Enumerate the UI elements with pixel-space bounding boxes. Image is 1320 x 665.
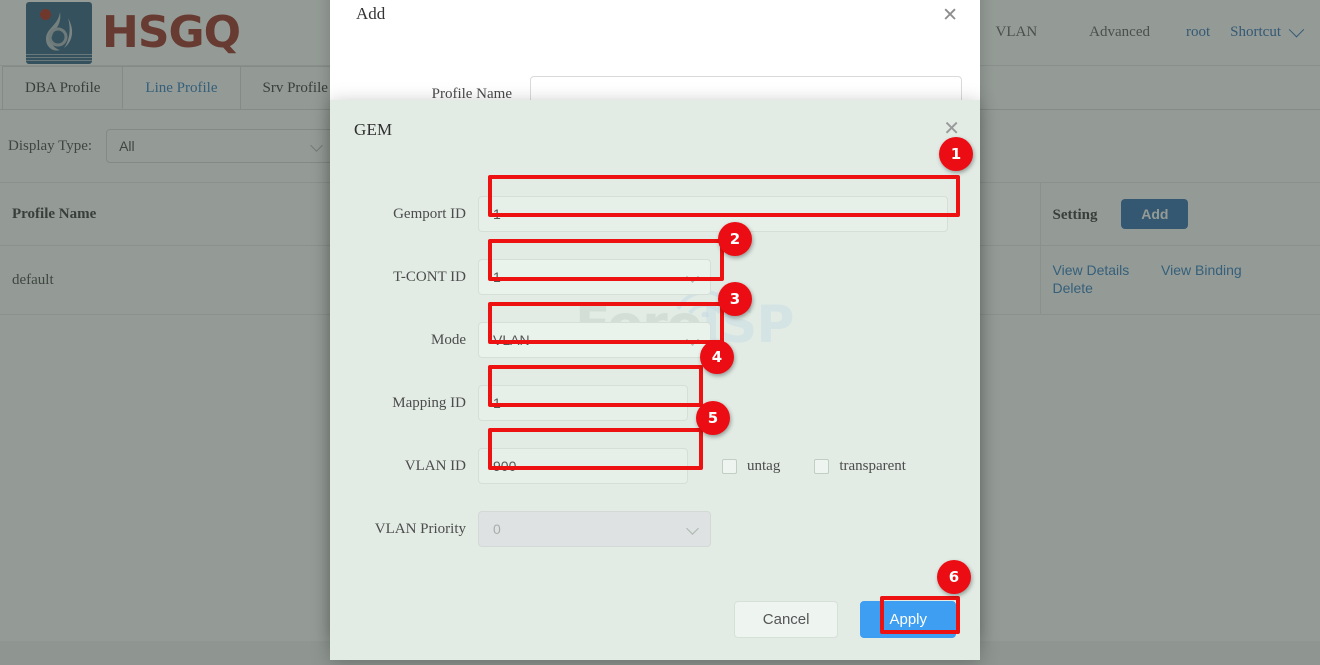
untag-checkbox[interactable] — [722, 459, 737, 474]
annotation-badge-2: 2 — [718, 222, 752, 256]
annotation-box-1 — [488, 175, 960, 217]
mapping-id-label: Mapping ID — [330, 395, 478, 412]
annotation-badge-6: 6 — [937, 560, 971, 594]
transparent-label: transparent — [839, 458, 906, 475]
annotation-box-4 — [488, 365, 703, 407]
untag-label: untag — [747, 458, 780, 475]
annotation-box-3 — [488, 302, 724, 344]
annotation-box-2 — [488, 239, 724, 281]
close-icon[interactable]: ✕ — [943, 118, 960, 138]
chevron-down-icon — [686, 522, 699, 535]
annotation-badge-1: 1 — [939, 137, 973, 171]
untag-checkbox-wrap[interactable]: untag — [722, 458, 780, 475]
tcont-id-label: T-CONT ID — [330, 269, 478, 286]
close-icon[interactable]: ✕ — [942, 4, 958, 26]
cancel-button[interactable]: Cancel — [734, 601, 839, 638]
vlan-id-label: VLAN ID — [330, 458, 478, 475]
vlan-priority-select: 0 — [478, 511, 711, 547]
row-vlan-priority: VLAN Priority 0 — [330, 511, 980, 547]
transparent-checkbox[interactable] — [814, 459, 829, 474]
mode-label: Mode — [330, 332, 478, 349]
annotation-box-5 — [488, 428, 703, 470]
annotation-badge-5: 5 — [696, 401, 730, 435]
transparent-checkbox-wrap[interactable]: transparent — [814, 458, 906, 475]
gemport-id-label: Gemport ID — [330, 206, 478, 223]
vlan-priority-value: 0 — [493, 521, 501, 537]
annotation-badge-3: 3 — [718, 282, 752, 316]
gem-dialog-title: GEM — [330, 100, 980, 140]
add-dialog-title: Add — [330, 0, 980, 24]
annotation-badge-4: 4 — [700, 340, 734, 374]
vlan-priority-label: VLAN Priority — [330, 521, 478, 538]
annotation-box-6 — [880, 596, 960, 634]
